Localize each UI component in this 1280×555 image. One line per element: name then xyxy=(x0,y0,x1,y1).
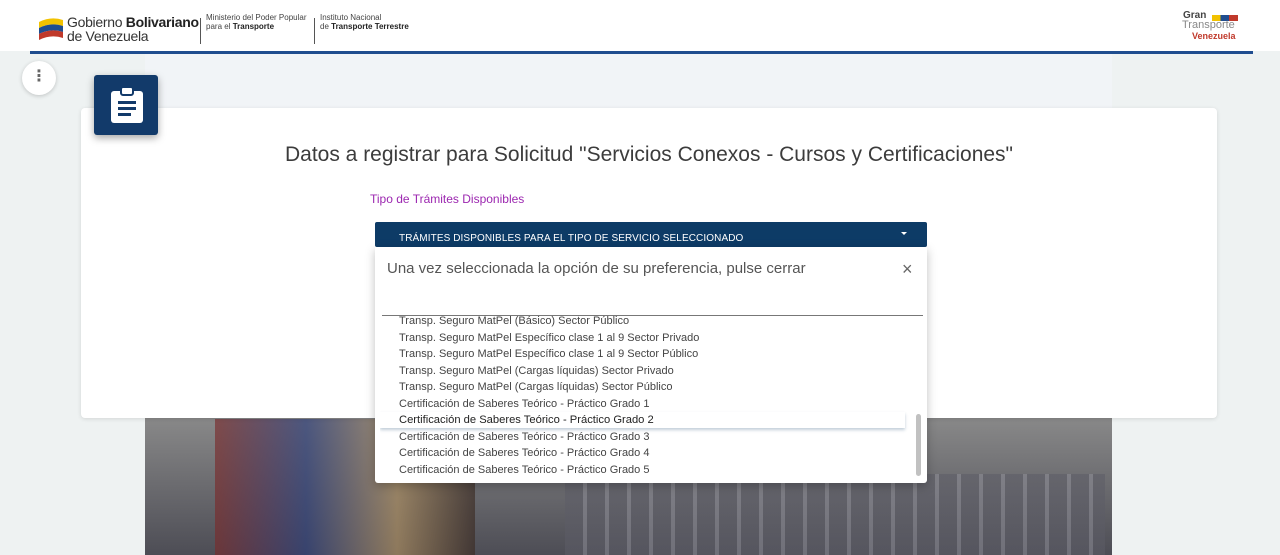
institute-line1: Instituto Nacional xyxy=(320,13,382,22)
dropdown-option[interactable]: Certificación de Saberes Teórico - Práct… xyxy=(380,462,905,478)
caret-down-icon xyxy=(901,232,907,235)
ministry-line2-part: para el xyxy=(206,22,233,31)
more-options-button[interactable]: ⋮ xyxy=(22,61,56,95)
institute-line2-bold: Transporte Terrestre xyxy=(331,22,409,31)
vertical-dots-icon: ⋮ xyxy=(31,68,47,85)
ministry-line2-bold: Transporte xyxy=(232,22,275,31)
ministry-name: Ministerio del Poder Popular para el Tra… xyxy=(206,13,307,31)
select-dropdown-panel: Una vez seleccionada la opción de su pre… xyxy=(375,247,927,483)
dropdown-option[interactable]: Certificación de Saberes Teórico - Práct… xyxy=(380,429,905,445)
dropdown-search-input[interactable] xyxy=(382,287,923,316)
dropdown-option[interactable]: Transp. Seguro MatPel Específico clase 1… xyxy=(380,346,905,362)
dropdown-option[interactable]: Transp. Seguro MatPel Específico clase 1… xyxy=(380,330,905,346)
institute-line2-part: de xyxy=(320,22,332,31)
dropdown-option[interactable]: Transp. Seguro MatPel (Básico) Sector Pú… xyxy=(380,313,905,329)
gran-mision-transporte-logo: Gran Transporte Venezuela xyxy=(1180,10,1240,44)
dropdown-instructions: Una vez seleccionada la opción de su pre… xyxy=(387,260,806,277)
dropdown-option[interactable]: Certificación de Saberes Teórico - Práct… xyxy=(380,445,905,461)
tramite-type-label: Tipo de Trámites Disponibles xyxy=(370,192,525,206)
institute-name: Instituto Nacional de Transporte Terrest… xyxy=(320,13,409,31)
gm-logo-line2: Transporte xyxy=(1182,19,1235,31)
dropdown-option[interactable]: Certificación de Saberes Teórico - Práct… xyxy=(380,396,905,412)
tramite-type-select[interactable]: TRÁMITES DISPONIBLES PARA EL TIPO DE SER… xyxy=(375,222,927,247)
header-divider xyxy=(200,18,201,44)
dropdown-option[interactable]: Transp. Seguro MatPel (Cargas líquidas) … xyxy=(380,379,905,395)
header-divider xyxy=(314,18,315,44)
card-header-badge xyxy=(94,75,158,135)
gm-logo-line3: Venezuela xyxy=(1192,31,1236,41)
dropdown-option-active[interactable]: Certificación de Saberes Teórico - Práct… xyxy=(380,412,905,428)
clipboard-icon xyxy=(111,86,143,123)
select-value: TRÁMITES DISPONIBLES PARA EL TIPO DE SER… xyxy=(399,233,744,244)
page-title: Datos a registrar para Solicitud "Servic… xyxy=(284,143,1014,166)
government-name: Gobierno Bolivariano de Venezuela xyxy=(67,15,199,43)
ministry-line1: Ministerio del Poder Popular xyxy=(206,13,307,22)
dropdown-options-list: Transp. Seguro MatPel (Básico) Sector Pú… xyxy=(380,313,912,483)
venezuela-flag-icon xyxy=(39,18,63,40)
top-header: Gobierno Bolivariano de Venezuela Minist… xyxy=(0,0,1280,51)
dropdown-scrollbar[interactable] xyxy=(914,313,921,479)
scrollbar-thumb[interactable] xyxy=(916,414,921,476)
government-name-line2: de Venezuela xyxy=(67,28,149,44)
dropdown-option[interactable]: Transp. Seguro MatPel (Cargas líquidas) … xyxy=(380,363,905,379)
close-icon[interactable]: × xyxy=(902,259,913,280)
background-building xyxy=(565,474,1105,555)
